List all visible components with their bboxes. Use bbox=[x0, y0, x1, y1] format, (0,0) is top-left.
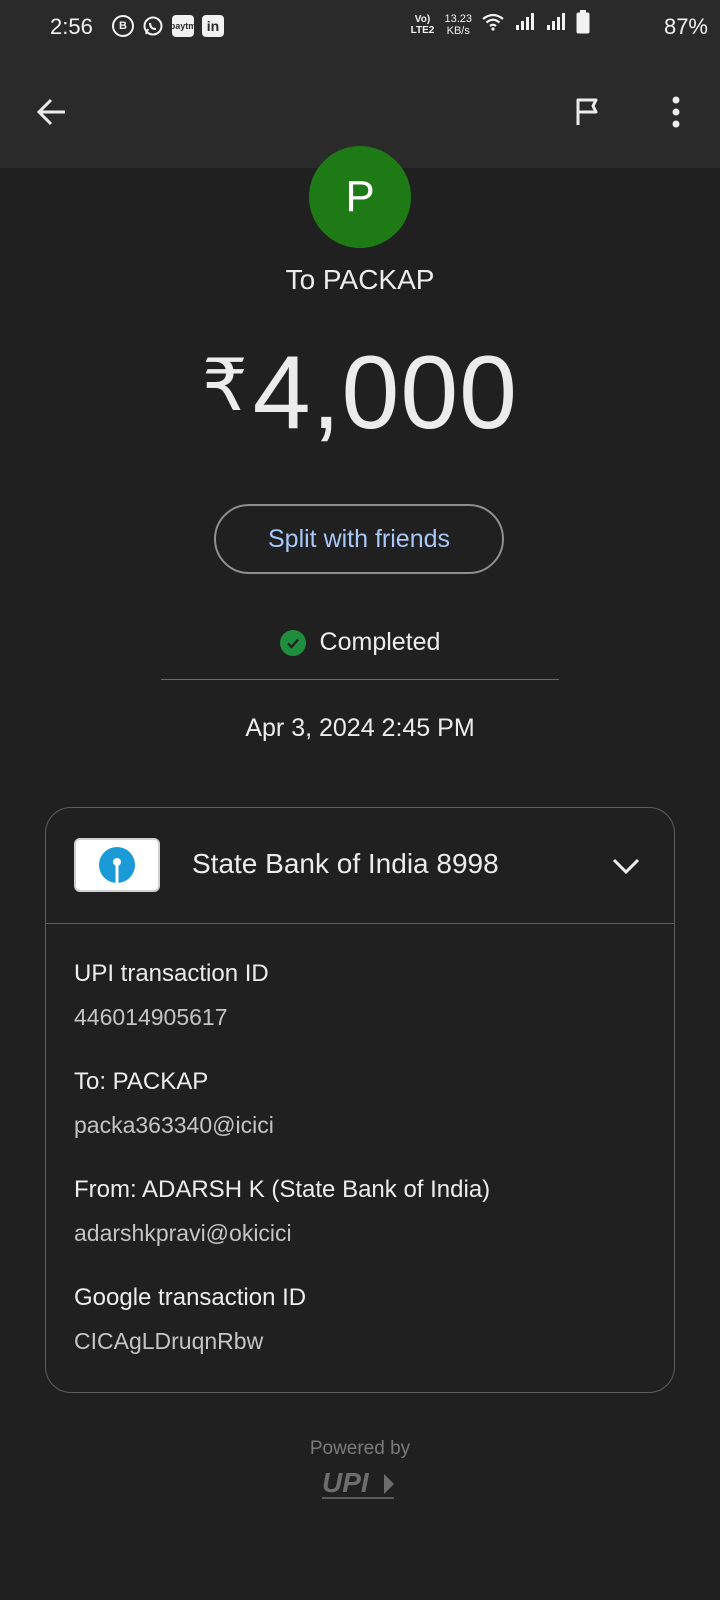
status-bar: 2:56 B paytm in Vo) LTE2 13.23 KB/s 87% bbox=[0, 0, 720, 56]
from-upi-id-value: adarshkpravi@okicici bbox=[74, 1220, 292, 1246]
powered-by-text: Powered by bbox=[309, 1438, 411, 1459]
volte-indicator: Vo) LTE2 bbox=[410, 13, 435, 36]
report-flag-button[interactable] bbox=[556, 56, 620, 168]
google-transaction-id-value: CICAgLDruqnRbw bbox=[74, 1328, 264, 1354]
currency-symbol: ₹ bbox=[201, 346, 249, 426]
system-status-icons: Vo) LTE2 13.23 KB/s bbox=[409, 10, 590, 39]
whatsapp-icon bbox=[142, 15, 164, 37]
payment-amount: ₹4,000 bbox=[0, 334, 720, 453]
back-button[interactable] bbox=[20, 56, 84, 168]
divider bbox=[161, 679, 559, 680]
from-label: From: ADARSH K (State Bank of India) bbox=[74, 1176, 491, 1203]
signal-icon-1 bbox=[514, 12, 536, 37]
status-text: Completed bbox=[319, 628, 441, 656]
amount-value: 4,000 bbox=[252, 335, 519, 451]
signal-icon-2 bbox=[545, 12, 567, 37]
payee-name: To PACKAP bbox=[285, 264, 435, 295]
arrow-back-icon bbox=[36, 98, 65, 126]
notification-icons: B paytm in bbox=[112, 15, 224, 37]
linkedin-icon: in bbox=[202, 15, 224, 37]
upi-transaction-id-label: UPI transaction ID bbox=[74, 960, 269, 987]
b-app-icon: B bbox=[112, 15, 134, 37]
network-speed-value: 13.23 bbox=[444, 12, 472, 25]
google-transaction-id-label: Google transaction ID bbox=[74, 1284, 307, 1311]
bank-account-row[interactable]: State Bank of India 8998 bbox=[46, 808, 674, 924]
more-vert-icon bbox=[672, 96, 680, 128]
to-upi-id-value: packa363340@icici bbox=[74, 1112, 274, 1138]
split-with-friends-button[interactable]: Split with friends bbox=[214, 504, 504, 574]
flag-icon bbox=[576, 98, 598, 125]
sbi-logo-icon bbox=[74, 838, 160, 892]
transaction-date: Apr 3, 2024 2:45 PM bbox=[245, 714, 475, 742]
wifi-icon bbox=[481, 12, 505, 37]
upi-logo-text: UPI bbox=[322, 1467, 370, 1498]
battery-percentage: 87% bbox=[663, 14, 708, 39]
upi-transaction-id-value: 446014905617 bbox=[74, 1004, 228, 1030]
battery-icon bbox=[576, 10, 590, 39]
check-circle-icon bbox=[279, 629, 306, 656]
transaction-details-card: State Bank of India 8998 UPI transaction… bbox=[45, 807, 675, 1393]
paytm-icon: paytm bbox=[170, 15, 196, 37]
status-time: 2:56 bbox=[50, 14, 93, 39]
payee-avatar: P bbox=[309, 146, 411, 248]
to-label: To: PACKAP bbox=[74, 1068, 209, 1095]
network-speed: 13.23 KB/s bbox=[444, 13, 472, 37]
more-options-button[interactable] bbox=[644, 56, 708, 168]
transaction-status: Completed bbox=[0, 628, 720, 657]
chevron-down-icon bbox=[612, 858, 640, 875]
upi-logo-icon: UPI bbox=[322, 1467, 394, 1499]
bank-account-name: State Bank of India 8998 bbox=[192, 848, 499, 879]
network-speed-unit: KB/s bbox=[446, 24, 470, 37]
